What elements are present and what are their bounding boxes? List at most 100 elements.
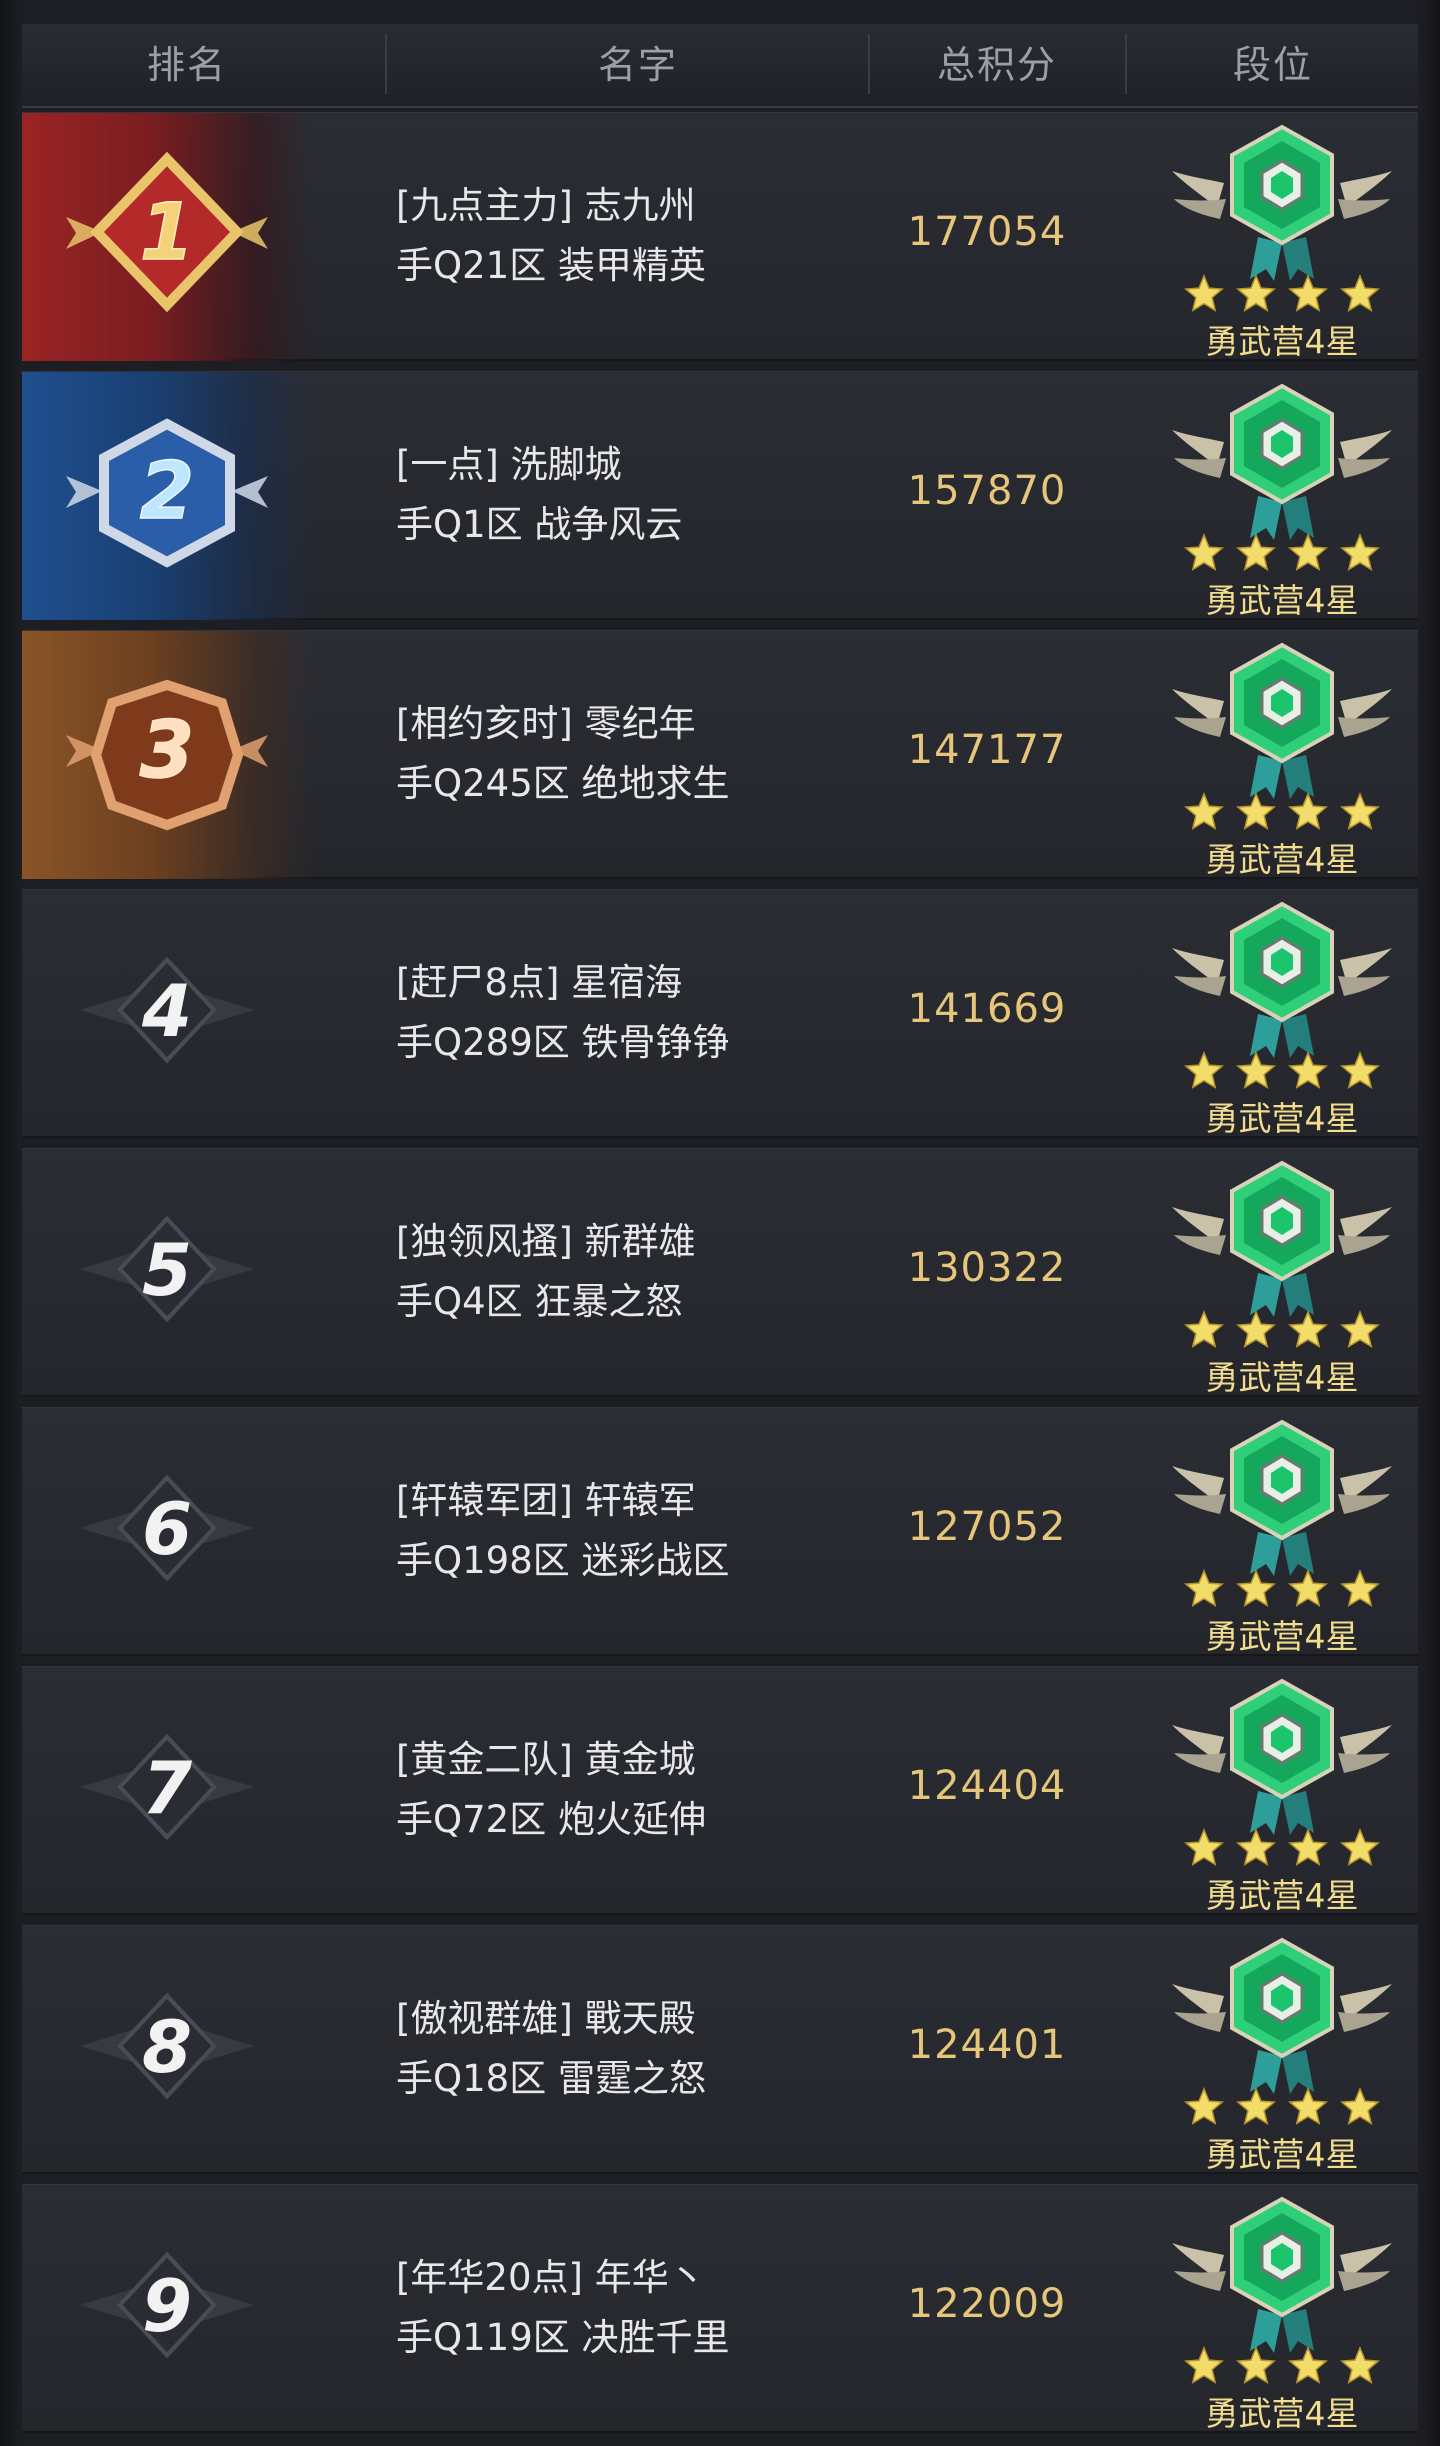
star-icon: [1340, 2087, 1380, 2125]
header-rank: 排名: [146, 43, 227, 87]
star-icon: [1236, 2087, 1276, 2125]
total-score: 157870: [907, 468, 1067, 514]
emerald-shield-icon: [1172, 124, 1392, 312]
rank-number: 5: [142, 1228, 192, 1312]
table-row[interactable]: 3 [相约亥时] 零纪年 手Q245区 绝地求生 147177 勇武营4星: [22, 630, 1418, 879]
star-icon: [1288, 1310, 1328, 1348]
rank-chevron-badge: 6: [80, 1474, 254, 1582]
wing-left-shape: [1174, 976, 1226, 996]
star-icon: [1184, 274, 1224, 312]
rank-chevron-badge: 7: [80, 1733, 254, 1841]
star-icon: [1184, 1569, 1224, 1607]
player-server-unit: 手Q198区 迷彩战区: [396, 1539, 730, 1582]
medal-badge-icon: 2: [66, 418, 268, 568]
star-rating: [1184, 792, 1380, 830]
star-icon: [1288, 533, 1328, 571]
table-row[interactable]: 5 [独领风搔] 新群雄 手Q4区 狂暴之怒 130322 勇武营4星: [22, 1148, 1418, 1397]
total-score: 127052: [907, 1504, 1067, 1550]
player-team-name: [九点主力] 志九州: [396, 184, 696, 227]
table-row[interactable]: 1 [九点主力] 志九州 手Q21区 装甲精英 177054 勇武营4星: [22, 112, 1418, 361]
rank-number: 9: [142, 2264, 192, 2348]
ribbon-shape: [1282, 2050, 1314, 2094]
player-server-unit: 手Q21区 装甲精英: [396, 244, 706, 287]
total-score: 124404: [907, 1763, 1067, 1809]
ribbon-shape: [1282, 1273, 1314, 1317]
table-row[interactable]: 4 [赶尸8点] 星宿海 手Q289区 铁骨铮铮 141669 勇武营4星: [22, 889, 1418, 1138]
ribbon-shape: [1250, 755, 1282, 799]
star-icon: [1236, 274, 1276, 312]
star-icon: [1340, 1051, 1380, 1089]
emerald-shield-icon: [1172, 2196, 1392, 2384]
emerald-shield-icon: [1172, 383, 1392, 571]
player-server-unit: 手Q18区 雷霆之怒: [396, 2057, 706, 2100]
table-row[interactable]: 8 [傲视群雄] 戰天殿 手Q18区 雷霆之怒 124401 勇武营4星: [22, 1925, 1418, 2174]
star-icon: [1288, 1569, 1328, 1607]
rank-number: 8: [142, 2005, 192, 2089]
player-team-name: [赶尸8点] 星宿海: [396, 961, 683, 1004]
ribbon-shape: [1282, 496, 1314, 540]
rank-number: 2: [140, 447, 194, 537]
tier-cell: 勇武营4星: [1162, 1155, 1402, 1397]
star-rating: [1184, 1051, 1380, 1089]
star-icon: [1236, 1569, 1276, 1607]
wing-left-shape: [1174, 1235, 1226, 1255]
star-icon: [1184, 2346, 1224, 2384]
ribbon-shape: [1250, 2309, 1282, 2353]
tier-label: 勇武营4星: [1205, 1876, 1359, 1915]
wing-left-shape: [1174, 1494, 1226, 1514]
star-icon: [1236, 1051, 1276, 1089]
star-icon: [1288, 1051, 1328, 1089]
star-icon: [1288, 792, 1328, 830]
table-row[interactable]: 6 [轩辕军团] 轩辕军 手Q198区 迷彩战区 127052 勇武营4星: [22, 1407, 1418, 1656]
ribbon-shape: [1282, 1014, 1314, 1058]
star-icon: [1184, 2087, 1224, 2125]
table-row[interactable]: 9 [年华20点] 年华丶 手Q119区 决胜千里 122009 勇武营4星: [22, 2184, 1418, 2433]
wing-right-shape: [1338, 2012, 1390, 2032]
tier-label: 勇武营4星: [1205, 1617, 1359, 1656]
medal-wing: [232, 476, 268, 508]
star-icon: [1288, 274, 1328, 312]
star-icon: [1184, 1828, 1224, 1866]
ribbon-shape: [1282, 237, 1314, 281]
medal-wing: [232, 217, 268, 249]
table-row[interactable]: 7 [黄金二队] 黄金城 手Q72区 炮火延伸 124404 勇武营4星: [22, 1666, 1418, 1915]
star-icon: [1184, 533, 1224, 571]
emerald-shield-icon: [1172, 1678, 1392, 1866]
star-icon: [1236, 1310, 1276, 1348]
tier-label: 勇武营4星: [1205, 581, 1359, 620]
star-icon: [1288, 2346, 1328, 2384]
tier-label: 勇武营4星: [1205, 1358, 1359, 1397]
star-icon: [1184, 792, 1224, 830]
medal-badge-icon: 3: [66, 679, 268, 831]
tier-cell: 勇武营4星: [1162, 2191, 1402, 2433]
tier-cell: 勇武营4星: [1162, 1932, 1402, 2174]
ribbon-shape: [1250, 1014, 1282, 1058]
tier-cell: 勇武营4星: [1162, 119, 1402, 361]
star-rating: [1184, 1828, 1380, 1866]
rank-cell: 3: [22, 631, 312, 879]
star-icon: [1340, 1828, 1380, 1866]
wing-right-shape: [1338, 199, 1390, 219]
rank-number: 6: [142, 1487, 192, 1571]
tier-cell: 勇武营4星: [1162, 896, 1402, 1138]
emerald-shield-icon: [1172, 1937, 1392, 2125]
wing-left-shape: [1174, 2271, 1226, 2291]
ribbon-shape: [1250, 1532, 1282, 1576]
tier-cell: 勇武营4星: [1162, 1414, 1402, 1656]
ribbon-shape: [1282, 755, 1314, 799]
player-team-name: [轩辕军团] 轩辕军: [396, 1479, 696, 1522]
emerald-shield-icon: [1172, 901, 1392, 1089]
tier-label: 勇武营4星: [1205, 322, 1359, 361]
table-row[interactable]: 2 [一点] 洗脚城 手Q1区 战争风云 157870 勇武营4星: [22, 371, 1418, 620]
wing-right-shape: [1338, 1753, 1390, 1773]
star-icon: [1236, 2346, 1276, 2384]
leaderboard-panel: 排名 名字 总积分 段位 1 [九点主力] 志九州 手Q21区 装甲精英 177…: [0, 0, 1440, 2446]
player-team-name: [年华20点] 年华丶: [396, 2256, 706, 2299]
player-server-unit: 手Q4区 狂暴之怒: [396, 1280, 683, 1323]
tier-cell: 勇武营4星: [1162, 637, 1402, 879]
rank-cell: 4: [22, 890, 312, 1138]
player-team-name: [独领风搔] 新群雄: [396, 1220, 696, 1263]
star-icon: [1184, 1310, 1224, 1348]
tier-cell: 勇武营4星: [1162, 378, 1402, 620]
medal-badge-icon: 1: [66, 151, 268, 313]
